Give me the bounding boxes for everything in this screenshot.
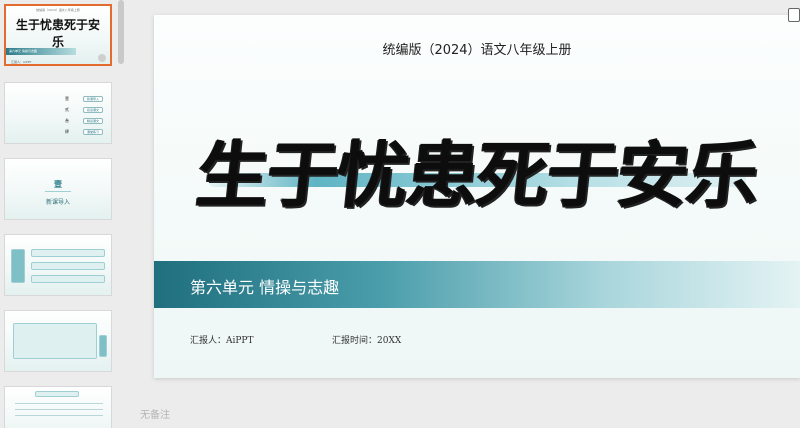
slide-subtitle[interactable]: 统编版（2024）语文八年级上册 <box>154 39 800 58</box>
thumb5-side-block <box>99 335 107 357</box>
thumb6-line <box>15 415 103 416</box>
thumb3-divider <box>45 191 71 192</box>
slide-thumbnail-5[interactable] <box>4 310 112 372</box>
thumbnail-scrollbar[interactable] <box>118 0 124 64</box>
thumb2-chip: 精读课文 <box>83 118 103 124</box>
speaker-notes-placeholder[interactable]: 无备注 <box>140 406 170 421</box>
thumb4-row-block <box>31 275 105 283</box>
slide-number-badge <box>98 54 106 62</box>
reporter-text[interactable]: 汇报人：AiPPT <box>190 333 254 346</box>
thumb1-footer: 汇报人：AiPPT <box>11 60 32 64</box>
slide-thumbnail-4[interactable] <box>4 234 112 296</box>
slide-title[interactable]: 生于忧患死于安乐 <box>154 115 800 235</box>
thumb2-row: 叁 <box>65 118 69 123</box>
slide-thumbnail-2[interactable]: 壹 贰 叁 肆 新课导入 初读课文 精读课文 课堂练习 <box>4 82 112 144</box>
thumb4-side-block <box>11 249 25 283</box>
thumb5-text-block <box>13 323 97 359</box>
thumb2-row: 贰 <box>65 107 69 112</box>
main-slide[interactable]: 统编版（2024）语文八年级上册 生于忧患死于安乐 第六单元 情操与志趣 汇报人… <box>154 15 800 378</box>
slide-thumbnail-3[interactable]: 壹 新课导入 <box>4 158 112 220</box>
thumb6-line <box>15 409 103 410</box>
unit-label[interactable]: 第六单元 情操与志趣 <box>190 274 339 298</box>
slide-thumbnail-panel: 统编版（2024）语文八年级上册 生于忧患死于安乐 第六单元 情操与志趣 汇报人… <box>0 0 126 428</box>
thumb4-row-block <box>31 262 105 270</box>
thumb6-line <box>15 403 103 404</box>
slide-thumbnail-1[interactable]: 统编版（2024）语文八年级上册 生于忧患死于安乐 第六单元 情操与志趣 汇报人… <box>4 4 112 66</box>
thumb2-chip: 课堂练习 <box>83 129 103 135</box>
thumb2-chip: 新课导入 <box>83 96 103 102</box>
thumb1-title: 生于忧患死于安乐 <box>15 18 100 49</box>
thumb4-row-block <box>31 249 105 257</box>
thumb2-chip: 初读课文 <box>83 107 103 113</box>
report-time-text[interactable]: 汇报时间：20XX <box>332 333 401 346</box>
thumb1-subtitle: 统编版（2024）语文八年级上册 <box>36 8 80 12</box>
panel-toggle-icon[interactable] <box>788 8 800 22</box>
thumb3-number: 壹 <box>54 180 62 189</box>
thumb2-row: 肆 <box>65 129 69 134</box>
thumb2-row: 壹 <box>65 96 69 101</box>
thumb6-header-block <box>35 391 79 397</box>
unit-band: 第六单元 情操与志趣 <box>154 261 800 308</box>
slide-thumbnail-6[interactable] <box>4 386 112 428</box>
thumb3-label: 新课导入 <box>45 199 70 206</box>
thumb1-unit-band: 第六单元 情操与志趣 <box>6 48 76 55</box>
